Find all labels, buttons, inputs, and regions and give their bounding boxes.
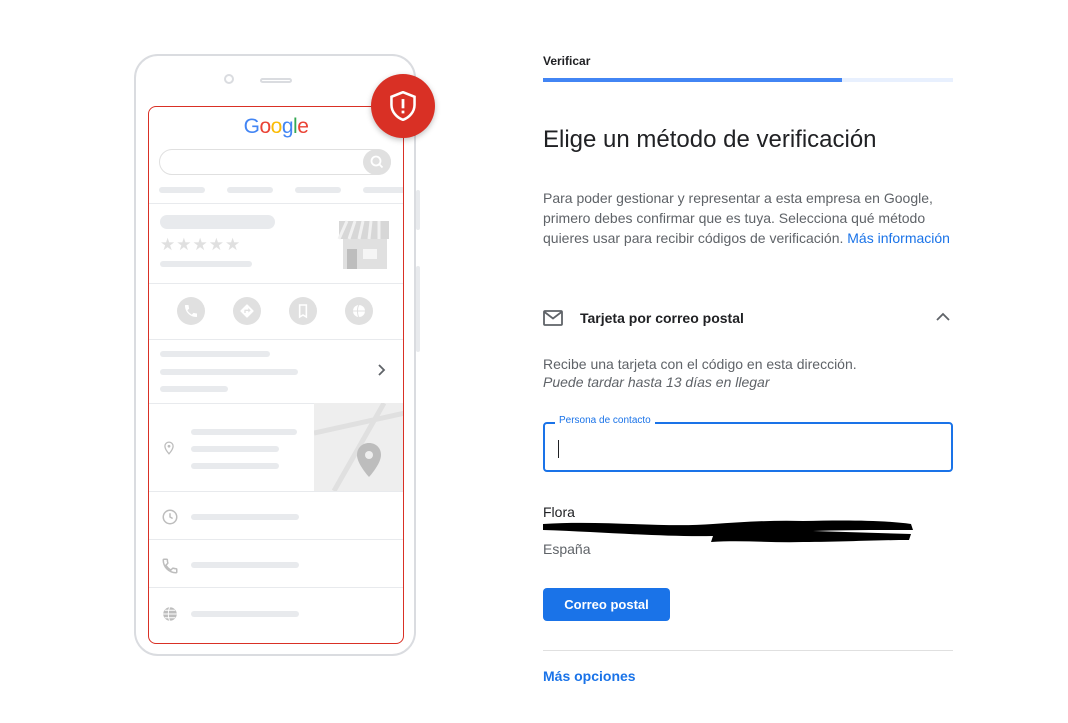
page-title: Elige un método de verificación [543, 126, 877, 153]
divider [149, 203, 403, 204]
step-label: Verificar [543, 54, 591, 68]
text-placeholder [191, 446, 279, 452]
more-info-link[interactable]: Más información [847, 230, 950, 246]
tab-placeholder [363, 187, 403, 193]
rating-stars: ★★★★★ [160, 235, 242, 254]
mail-icon [543, 310, 563, 326]
address-country: España [543, 541, 591, 557]
phone-side-button [416, 266, 420, 352]
divider [149, 491, 403, 492]
chevron-right-icon [378, 364, 386, 376]
divider [149, 587, 403, 588]
text-placeholder [191, 429, 297, 435]
text-placeholder [160, 369, 298, 375]
globe-icon [163, 606, 177, 622]
text-placeholder [160, 261, 252, 267]
google-logo-letter: o [270, 115, 283, 138]
search-bar-illustration [159, 149, 391, 175]
contact-person-field[interactable]: Persona de contacto [543, 415, 953, 472]
divider [149, 339, 403, 340]
directions-icon [233, 297, 261, 325]
shield-alert-icon [390, 91, 416, 121]
bookmark-icon [289, 297, 317, 325]
google-logo: Google [149, 115, 403, 139]
text-placeholder [191, 562, 299, 568]
tab-placeholder [159, 187, 205, 193]
text-placeholder [160, 386, 228, 392]
divider [149, 539, 403, 540]
text-placeholder [191, 514, 299, 520]
google-logo-letter: e [297, 115, 309, 138]
text-placeholder [191, 463, 279, 469]
postal-mail-button[interactable]: Correo postal [543, 588, 670, 621]
contact-person-label: Persona de contacto [555, 415, 655, 426]
card-delivery-note: Puede tardar hasta 13 días en llegar [543, 374, 770, 390]
location-icon [164, 441, 174, 455]
search-icon [363, 149, 391, 175]
tab-placeholder [295, 187, 341, 193]
globe-icon [345, 297, 373, 325]
text-placeholder [160, 351, 270, 357]
contact-person-input[interactable] [555, 432, 939, 464]
google-logo-letter: o [259, 115, 271, 138]
phone-illustration: Google ★★★★★ [134, 54, 420, 656]
phone-side-button [416, 190, 420, 230]
progress-bar [543, 78, 953, 82]
description: Para poder gestionar y representar a est… [543, 188, 953, 248]
clock-icon [162, 509, 178, 525]
card-description: Recibe una tarjeta con el código en esta… [543, 356, 857, 372]
phone-icon [177, 297, 205, 325]
phone-camera [224, 74, 234, 84]
text-cursor [558, 440, 559, 458]
google-logo-letter: G [243, 115, 260, 138]
phone-speaker [260, 78, 292, 83]
google-logo-letter: g [281, 115, 294, 138]
more-options-link[interactable]: Más opciones [543, 668, 636, 684]
divider [149, 283, 403, 284]
storefront-icon [337, 220, 389, 269]
verification-badge [371, 74, 435, 138]
tab-placeholder [227, 187, 273, 193]
business-name-placeholder [160, 215, 275, 229]
divider [543, 650, 953, 651]
map-thumbnail [314, 403, 403, 491]
redacted-address [543, 520, 913, 543]
chevron-up-icon[interactable] [935, 310, 951, 322]
text-placeholder [191, 611, 299, 617]
phone-icon [162, 558, 178, 574]
progress-bar-fill [543, 78, 843, 82]
method-title: Tarjeta por correo postal [580, 310, 744, 326]
phone-screen: Google ★★★★★ [148, 106, 404, 644]
method-header-postcard[interactable]: Tarjeta por correo postal [543, 306, 953, 332]
